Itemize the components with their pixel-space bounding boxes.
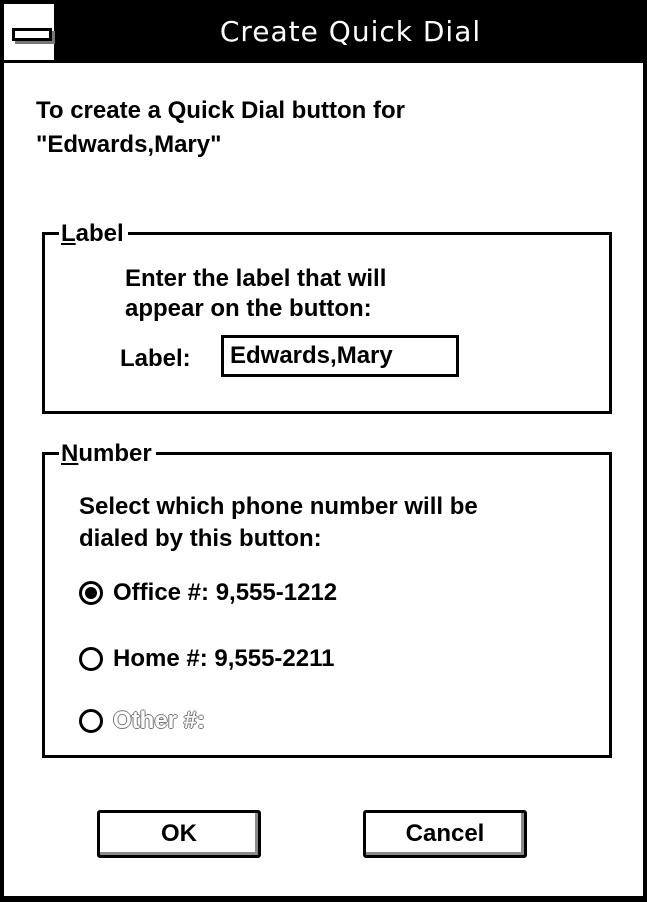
title-bar[interactable]: Create Quick Dial [4,4,643,63]
number-legend-mnemonic: N [61,440,79,467]
number-description-line-2: dialed by this button: [79,525,322,552]
radio-office-label: Office #: 9,555-1212 [113,579,338,606]
radio-other-label: Other #: [113,707,206,734]
label-legend-rest: abel [75,220,124,247]
intro-text: To create a Quick Dial button for "Edwar… [36,94,596,162]
radio-button-disabled-icon [79,709,103,733]
window-title: Create Quick Dial [219,15,482,48]
radio-office-number[interactable]: Office #: 9,555-1212 [79,575,337,611]
create-quick-dial-dialog: Create Quick Dial To create a Quick Dial… [0,0,647,902]
label-input[interactable]: Edwards,Mary [221,335,459,377]
ok-button[interactable]: OK [97,810,261,858]
number-description-line-1: Select which phone number will be [79,493,478,520]
radio-home-label: Home #: 9,555-2211 [113,645,335,672]
number-legend-rest: umber [78,440,152,467]
label-legend-mnemonic: L [61,220,76,247]
system-menu-icon [12,28,52,41]
label-description-line-1: Enter the label that will [125,265,387,292]
system-menu-button[interactable] [4,4,58,60]
intro-line-1: To create a Quick Dial button for [36,97,405,124]
radio-other-number: Other #: [79,703,205,739]
radio-button-icon[interactable] [79,647,103,671]
number-group-legend: Number [59,439,156,469]
label-group: Label Enter the label that will appear o… [42,219,612,414]
label-group-legend: Label [59,219,128,249]
number-group: Number Select which phone number will be… [42,439,612,758]
label-description-line-2: appear on the button: [125,295,372,322]
label-field-label: Label: [120,345,191,372]
intro-line-2: "Edwards,Mary" [36,131,222,158]
cancel-button[interactable]: Cancel [363,810,527,858]
radio-button-checked-icon[interactable] [79,581,103,605]
radio-home-number[interactable]: Home #: 9,555-2211 [79,641,334,677]
